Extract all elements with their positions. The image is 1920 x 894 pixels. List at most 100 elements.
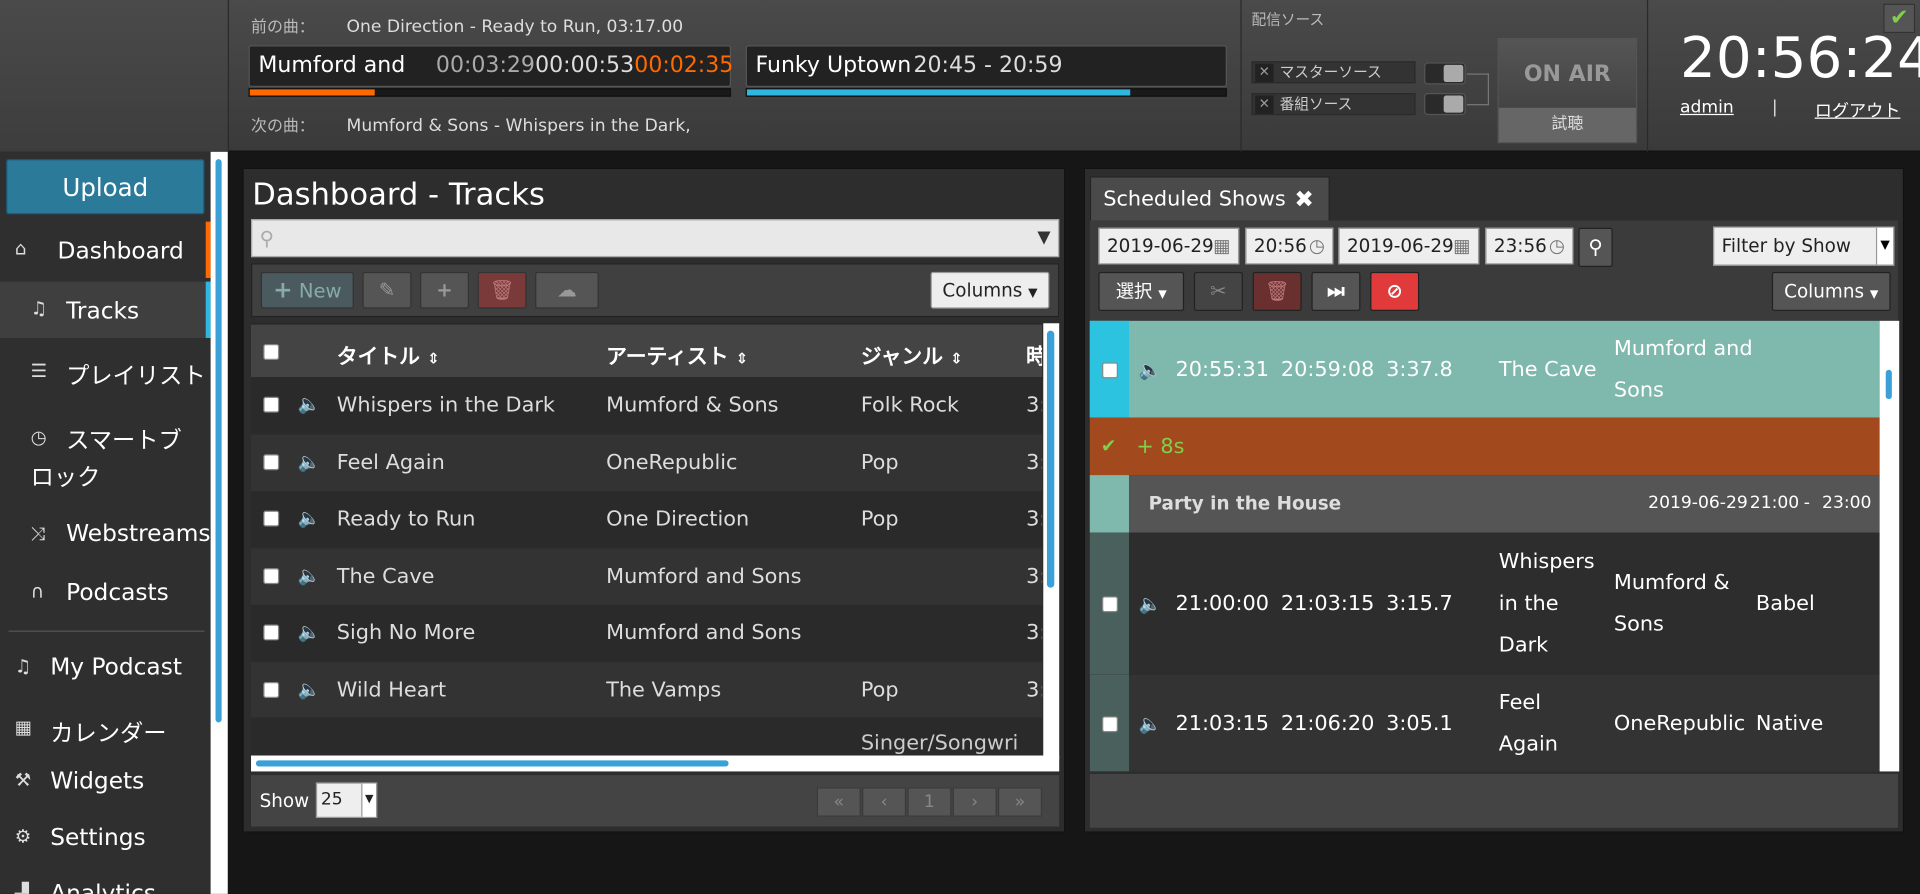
column-time[interactable]: 時 (1026, 339, 1042, 369)
skip-to-next-button[interactable]: ⏭ (1311, 271, 1361, 312)
row-checkbox[interactable] (1102, 362, 1118, 379)
speaker-icon[interactable]: 🔈 (1139, 713, 1162, 735)
sidebar-item-tracks[interactable]: ♫ Tracks (0, 281, 211, 338)
table-row[interactable]: 🔈 Sigh No More Mumford and Sons 3: (251, 604, 1043, 662)
cell-start: 21:03:15 (1175, 711, 1270, 736)
row-checkbox[interactable] (263, 453, 280, 470)
row-checkbox[interactable] (263, 510, 280, 527)
soundcloud-button[interactable]: ☁ (535, 271, 599, 309)
select-dropdown-button[interactable]: 選択 ▼ (1098, 271, 1185, 312)
user-link[interactable]: admin (1680, 98, 1734, 118)
column-artist[interactable]: アーティスト ⇕ (606, 339, 748, 369)
home-icon: ⌂ (14, 237, 27, 260)
pager-first[interactable]: « (816, 787, 861, 817)
sidebar-item-label: My Podcast (50, 653, 182, 681)
sidebar-item-calendar[interactable]: ▦ カレンダー (0, 711, 211, 750)
row-checkbox[interactable] (263, 567, 280, 584)
master-source-close-icon[interactable]: ✕ (1255, 63, 1274, 83)
sidebar-scrollbar[interactable] (210, 151, 228, 894)
cell-title-line3: Dark (1498, 633, 1549, 658)
cut-button[interactable]: ✂ (1193, 271, 1243, 312)
edit-button[interactable]: ✎ (362, 271, 412, 309)
speaker-icon[interactable]: 🔈 (298, 450, 321, 472)
table-row[interactable]: 🔈 Wild Heart The Vamps Pop 3: (251, 661, 1043, 719)
search-icon: ⚲ (1588, 235, 1603, 259)
sidebar-item-widgets[interactable]: ⚒ Widgets (0, 764, 211, 803)
row-checkbox[interactable] (1102, 596, 1118, 613)
sidebar-item-smartblock[interactable]: ◷ スマートブ ロック (0, 416, 211, 494)
calendar-icon[interactable]: ▦ (1213, 229, 1230, 263)
select-all-checkbox[interactable] (263, 344, 280, 361)
tab-scheduled-shows[interactable]: Scheduled Shows ✖ (1089, 176, 1330, 222)
pager-prev[interactable]: ‹ (862, 787, 907, 817)
speaker-icon[interactable]: 🔈 (298, 678, 321, 700)
clock-icon[interactable]: ◷ (1549, 229, 1565, 263)
sidebar-item-playlists[interactable]: ☰ プレイリスト (0, 344, 211, 400)
end-date-field[interactable]: 2019-06-29 ▦ (1338, 227, 1480, 265)
column-genre[interactable]: ジャンル ⇕ (861, 339, 963, 369)
cell-time: 3: (1026, 563, 1042, 589)
row-checkbox[interactable] (263, 624, 280, 641)
schedule-row-now-playing[interactable]: 🔈 20:55:31 20:59:08 3:37.8 The Cave Mumf… (1089, 320, 1880, 418)
table-row[interactable]: 🔈 Ready to Run One Direction Pop 3: (251, 491, 1043, 548)
columns-button[interactable]: Columns ▼ (930, 271, 1050, 309)
calendar-icon[interactable]: ▦ (1453, 229, 1470, 263)
pager-last[interactable]: » (997, 787, 1043, 817)
tracks-vertical-scrollbar[interactable] (1043, 323, 1060, 760)
speaker-icon[interactable]: 🔈 (1139, 593, 1162, 615)
listen-button[interactable]: 試聴 (1498, 107, 1636, 143)
current-show-name: Funky Uptown (755, 52, 912, 79)
schedule-row[interactable]: 🔈 21:03:15 21:06:20 3:05.1 Feel Again On… (1089, 674, 1880, 772)
master-source-toggle[interactable] (1424, 62, 1466, 85)
sidebar-item-label: プレイリスト (66, 362, 206, 390)
new-button[interactable]: + New (260, 271, 354, 309)
speaker-icon[interactable]: 🔈 (298, 621, 321, 643)
sidebar-item-dashboard[interactable]: ⌂ Dashboard (0, 221, 211, 278)
pager-page[interactable]: 1 (907, 787, 952, 817)
page-size-select[interactable]: 25 ▼ (315, 782, 378, 818)
cell-artist: Mumford & Sons (606, 393, 779, 418)
sidebar-item-webstreams[interactable]: ⤨ Webstreams (0, 517, 211, 556)
end-time-field[interactable]: 23:56 ◷ (1485, 227, 1574, 265)
sidebar-item-podcasts[interactable]: ∩ Podcasts (0, 576, 211, 615)
sidebar-item-settings[interactable]: ⚙ Settings (0, 820, 211, 859)
row-checkbox[interactable] (263, 396, 280, 413)
stop-icon: ⊘ (1386, 279, 1403, 303)
clock-icon[interactable]: ◷ (1309, 229, 1325, 263)
row-checkbox[interactable] (263, 681, 280, 698)
chevron-down-icon[interactable]: ▼ (1037, 228, 1050, 248)
speaker-icon[interactable]: 🔈 (298, 507, 321, 529)
close-icon[interactable]: ✖ (1294, 178, 1313, 222)
filter-by-show-select[interactable]: Filter by Show ▼ (1713, 226, 1895, 266)
row-checkbox[interactable] (1102, 716, 1118, 733)
speaker-icon[interactable]: 🔈 (298, 564, 321, 586)
pager-next[interactable]: › (952, 787, 997, 817)
schedule-show-header[interactable]: Party in the House 2019-06-29 21:00 - 23… (1089, 475, 1880, 533)
logout-link[interactable]: ログアウト (1815, 98, 1901, 122)
start-date-field[interactable]: 2019-06-29 ▦ (1098, 227, 1240, 265)
table-row-partial[interactable]: Singer/Songwri (251, 717, 1043, 757)
speaker-icon[interactable]: 🔈 (298, 393, 321, 415)
columns-button[interactable]: Columns ▼ (1771, 271, 1891, 312)
delete-button[interactable]: 🗑 (1252, 271, 1302, 312)
search-button[interactable]: ⚲ (1578, 227, 1613, 267)
table-row[interactable]: 🔈 Whispers in the Dark Mumford & Sons Folk … (251, 377, 1043, 434)
add-to-playlist-button[interactable]: + (420, 271, 469, 309)
tracks-horizontal-scrollbar[interactable] (251, 755, 1060, 772)
start-time-field[interactable]: 20:56 ◷ (1245, 227, 1334, 265)
upload-button[interactable]: Upload (6, 159, 205, 215)
sidebar-item-my-podcast[interactable]: ♫ My Podcast (0, 650, 211, 689)
sidebar-item-analytics[interactable]: ▟ Analytics (0, 877, 211, 893)
table-row[interactable]: 🔈 Feel Again OneRepublic Pop 3: (251, 434, 1043, 491)
table-row[interactable]: 🔈 The Cave Mumford and Sons 3: (251, 547, 1043, 605)
delete-button[interactable]: 🗑 (477, 271, 527, 309)
cancel-playout-button[interactable]: ⊘ (1370, 271, 1420, 312)
search-input[interactable]: ⚲ ▼ (251, 219, 1060, 258)
column-title[interactable]: タイトル ⇕ (337, 339, 440, 369)
schedule-vertical-scrollbar[interactable] (1879, 320, 1900, 772)
show-source-close-icon[interactable]: ✕ (1255, 95, 1274, 114)
show-source-toggle[interactable] (1424, 93, 1466, 116)
schedule-row[interactable]: 🔈 21:00:00 21:03:15 3:15.7 Whispers in t… (1089, 532, 1880, 675)
speaker-icon[interactable]: 🔈 (1139, 359, 1162, 381)
current-track-box: Mumford and 00:03:29 00:00:53 00:02:35 (248, 45, 733, 87)
